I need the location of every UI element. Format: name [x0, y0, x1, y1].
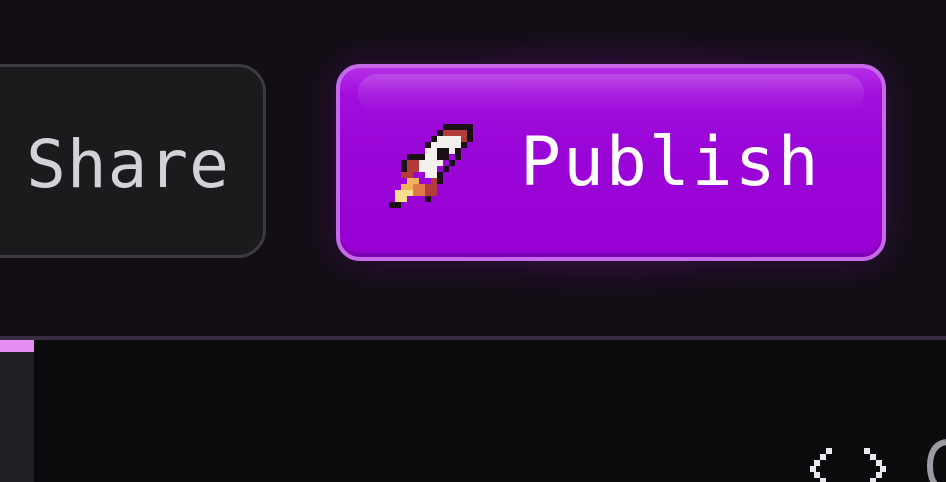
publish-button[interactable]: Publish — [336, 64, 886, 261]
share-button[interactable]: Share — [0, 64, 266, 258]
partial-icon[interactable] — [926, 436, 946, 482]
editor-gutter — [0, 340, 34, 482]
gutter-active-marker — [0, 340, 34, 352]
editor-area — [0, 340, 946, 482]
rocket-icon — [389, 124, 473, 208]
share-button-label: Share — [26, 126, 230, 203]
code-brackets-icon[interactable] — [808, 444, 888, 482]
publish-button-label: Publish — [520, 123, 821, 202]
